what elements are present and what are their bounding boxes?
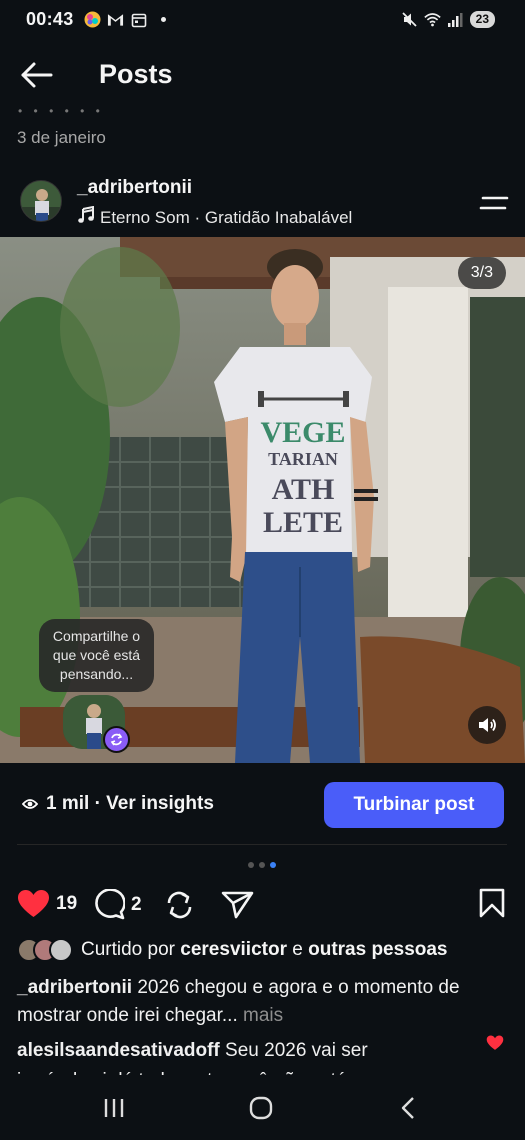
gmail-icon <box>107 11 124 28</box>
liked-by-user[interactable]: ceresviictor <box>180 939 287 961</box>
back-arrow-icon <box>21 62 53 88</box>
speaker-icon <box>479 718 496 732</box>
avatar <box>49 938 73 962</box>
comment-bubble-icon <box>95 889 125 920</box>
view-insights-link[interactable]: 1 mil · Ver insights <box>22 793 214 815</box>
home-circle-icon <box>249 1096 273 1120</box>
svg-text:TARIAN: TARIAN <box>268 449 338 469</box>
recents-icon <box>104 1099 124 1117</box>
post-actions: 19 2 <box>0 885 525 925</box>
save-button[interactable] <box>479 888 505 918</box>
share-button[interactable] <box>221 891 254 919</box>
sound-toggle-button[interactable] <box>468 706 506 744</box>
repost-button[interactable] <box>165 890 194 920</box>
carousel-counter: 3/3 <box>457 257 506 289</box>
music-label: Eterno Som · Gratidão Inabalável <box>100 207 353 227</box>
carousel-dot <box>259 862 265 868</box>
comment-like-button[interactable] <box>486 1035 504 1056</box>
heart-filled-icon <box>18 890 49 917</box>
share-thought-bubble[interactable]: Compartilhe o que você está pensando... <box>39 619 154 692</box>
status-time: 00:43 <box>26 9 74 29</box>
liker-avatars <box>17 938 73 962</box>
options-lines-icon <box>479 196 509 210</box>
mute-icon <box>401 11 418 28</box>
chevron-left-icon <box>401 1097 414 1119</box>
calendar-icon <box>130 11 147 28</box>
system-nav-bar <box>0 1075 525 1140</box>
music-info[interactable]: Eterno Som · Gratidão Inabalável <box>78 205 353 229</box>
signal-icon <box>447 11 464 28</box>
top-header: Posts <box>0 52 525 102</box>
like-button[interactable]: 19 <box>17 889 77 919</box>
carousel-dot-active <box>270 862 276 868</box>
comment-button[interactable]: 2 <box>93 889 142 920</box>
battery-indicator: 23 <box>469 11 495 28</box>
caption-username[interactable]: _adribertonii <box>17 977 132 998</box>
wifi-icon <box>423 11 441 28</box>
svg-text:LETE: LETE <box>263 506 343 539</box>
colorful-app-icon <box>84 11 101 28</box>
svg-text:VEGE: VEGE <box>260 416 345 449</box>
heart-filled-icon <box>486 1035 504 1050</box>
svg-text:ATH: ATH <box>272 473 335 506</box>
divider <box>17 844 507 845</box>
carousel-dots <box>248 862 276 868</box>
insights-row: 1 mil · Ver insights Turbinar post <box>0 780 525 830</box>
comment-username[interactable]: alesilsaandesativadoff <box>17 1040 220 1061</box>
back-button[interactable] <box>18 60 58 92</box>
liked-by-suffix: e <box>292 939 303 960</box>
bookmark-icon <box>479 888 505 918</box>
system-back-button[interactable] <box>388 1093 428 1123</box>
recent-apps-button[interactable] <box>94 1093 134 1123</box>
more-link[interactable]: mais <box>243 1005 283 1026</box>
previous-post-date: 3 de janeiro <box>17 128 106 147</box>
music-note-icon <box>78 205 94 229</box>
post-caption: _adribertonii 2026 chegou e agora e o mo… <box>17 974 512 1030</box>
status-bar: 00:43 23 <box>0 0 525 40</box>
repost-icon <box>167 891 192 919</box>
status-left-icons <box>84 11 166 28</box>
avatar[interactable] <box>20 180 62 222</box>
comment-text-continuation: incrível vai dá tudo certo você não está <box>17 1067 487 1075</box>
eye-icon <box>22 799 38 809</box>
comment-preview[interactable]: alesilsaandesativadoff Seu 2026 vai ser <box>17 1037 477 1065</box>
post-username[interactable]: _adribertonii <box>77 177 192 199</box>
comment-text: Seu 2026 vai ser <box>225 1040 368 1061</box>
comment-count: 2 <box>131 893 142 915</box>
carousel-dot <box>248 862 254 868</box>
post-photo[interactable]: VEGE TARIAN ATH LETE 3/3 Compartilhe o q… <box>0 237 525 763</box>
boost-post-button[interactable]: Turbinar post <box>324 782 504 828</box>
post-options-button[interactable] <box>479 192 509 214</box>
page-title: Posts <box>99 59 173 89</box>
previous-post-remnant: • • • • • • <box>18 104 104 118</box>
repost-badge-icon <box>103 726 130 753</box>
home-button[interactable] <box>241 1093 281 1123</box>
liked-by-others[interactable]: outras pessoas <box>308 939 447 961</box>
liked-by-prefix: Curtido por <box>81 939 175 960</box>
send-paper-plane-icon <box>221 891 254 919</box>
post-header: _adribertonii Eterno Som · Gratidão Inab… <box>0 172 525 230</box>
liked-by-row[interactable]: Curtido por ceresviictor e outras pessoa… <box>17 938 448 962</box>
notification-dot <box>161 17 166 22</box>
like-count: 19 <box>56 893 78 914</box>
status-right-icons: 23 <box>401 11 495 28</box>
insights-label: 1 mil · Ver insights <box>46 793 214 814</box>
